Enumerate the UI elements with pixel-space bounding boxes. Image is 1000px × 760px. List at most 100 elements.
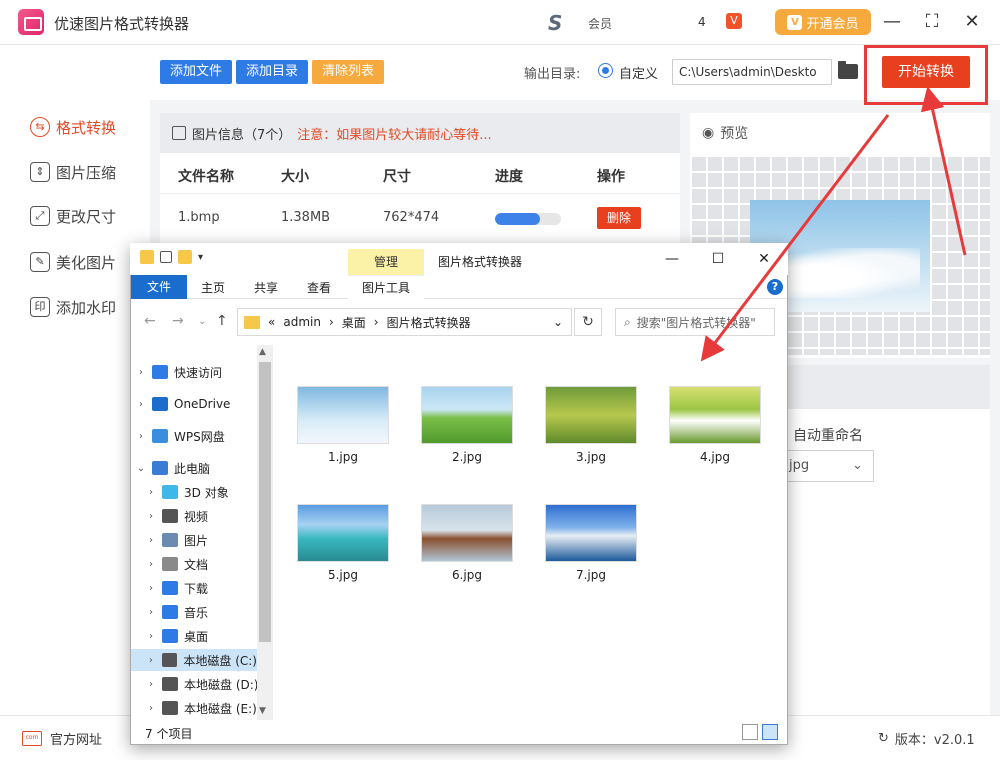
add-file-button[interactable]: 添加文件 bbox=[160, 60, 232, 84]
file-thumbnail-image bbox=[545, 504, 637, 562]
add-directory-button[interactable]: 添加目录 bbox=[236, 60, 308, 84]
open-vip-button[interactable]: V 开通会员 bbox=[775, 9, 871, 35]
progress-fill bbox=[495, 213, 540, 225]
quick-access-toolbar: ▾ bbox=[140, 250, 203, 264]
chevron-right-icon[interactable]: › bbox=[136, 367, 146, 378]
sidebar-item-format-convert[interactable]: ⇆ 格式转换 bbox=[30, 115, 116, 139]
nav-item-label: 视频 bbox=[184, 509, 209, 524]
nav-item-label: 音乐 bbox=[184, 605, 209, 620]
maximize-button[interactable]: ⛶ bbox=[920, 10, 944, 34]
nav-item-this-pc[interactable]: ⌄ 此电脑 bbox=[136, 457, 210, 479]
customize-dropdown-icon[interactable]: ▾ bbox=[198, 252, 203, 263]
file-item[interactable]: 1.jpg bbox=[296, 386, 390, 464]
nav-scroll-thumb[interactable] bbox=[259, 362, 271, 642]
nav-item-disk-c[interactable]: › 本地磁盘 (C:) bbox=[131, 649, 257, 671]
chevron-right-icon[interactable]: › bbox=[146, 559, 156, 570]
vip-label: 会员 bbox=[588, 17, 613, 31]
chevron-right-icon[interactable]: › bbox=[146, 535, 156, 546]
chevron-right-icon[interactable]: › bbox=[146, 631, 156, 642]
chevron-down-icon[interactable]: ⌄ bbox=[553, 315, 563, 329]
file-item[interactable]: 4.jpg bbox=[668, 386, 762, 464]
delete-button[interactable]: 删除 bbox=[597, 207, 641, 229]
format-select[interactable]: jpg ⌄ bbox=[780, 450, 874, 482]
chevron-right-icon[interactable]: › bbox=[146, 583, 156, 594]
sidebar-item-compress[interactable]: ⇕ 图片压缩 bbox=[30, 160, 116, 184]
explorer-maximize-button[interactable]: ☐ bbox=[708, 249, 728, 269]
refresh-button[interactable]: ↻ bbox=[574, 308, 602, 336]
tab-home[interactable]: 主页 bbox=[201, 279, 225, 296]
file-item[interactable]: 6.jpg bbox=[420, 504, 514, 582]
chevron-down-icon: ⌄ bbox=[852, 458, 863, 473]
help-icon[interactable]: ? bbox=[767, 279, 783, 295]
nav-item-pictures[interactable]: › 图片 bbox=[146, 529, 208, 551]
nav-item-disk-e[interactable]: › 本地磁盘 (E:) bbox=[146, 697, 257, 719]
back-arrow-icon[interactable]: ← bbox=[144, 313, 156, 329]
nav-item-label: 此电脑 bbox=[174, 461, 211, 476]
sidebar-item-watermark[interactable]: 印 添加水印 bbox=[30, 295, 116, 319]
forward-arrow-icon[interactable]: → bbox=[172, 313, 184, 329]
official-site-link[interactable]: com 官方网址 bbox=[22, 729, 102, 748]
chevron-right-icon[interactable]: › bbox=[146, 607, 156, 618]
breadcrumb-overflow[interactable]: « bbox=[268, 315, 275, 329]
explorer-close-button[interactable]: ✕ bbox=[754, 249, 774, 269]
tab-share[interactable]: 共享 bbox=[254, 279, 278, 296]
file-item[interactable]: 3.jpg bbox=[544, 386, 638, 464]
explorer-window-title: 图片格式转换器 bbox=[438, 255, 523, 269]
chevron-right-icon[interactable]: › bbox=[146, 655, 156, 666]
chevron-right-icon[interactable]: › bbox=[146, 511, 156, 522]
nav-item-downloads[interactable]: › 下载 bbox=[146, 577, 208, 599]
scroll-down-icon[interactable]: ▼ bbox=[259, 706, 266, 716]
beautify-icon: ✎ bbox=[30, 252, 50, 272]
minimize-button[interactable]: — bbox=[880, 10, 904, 34]
sidebar-item-beautify[interactable]: ✎ 美化图片 bbox=[30, 250, 116, 274]
search-placeholder: 搜索"图片格式转换器" bbox=[636, 315, 756, 330]
new-folder-icon[interactable] bbox=[178, 250, 192, 264]
nav-item-music[interactable]: › 音乐 bbox=[146, 601, 208, 623]
breadcrumb-desktop[interactable]: 桌面 bbox=[342, 314, 366, 331]
nav-item-desktop[interactable]: › 桌面 bbox=[146, 625, 208, 647]
nav-item-disk-d[interactable]: › 本地磁盘 (D:) bbox=[146, 673, 258, 695]
official-site-label: 官方网址 bbox=[50, 733, 103, 748]
chevron-right-icon[interactable]: › bbox=[136, 399, 146, 410]
nav-item-onedrive[interactable]: › OneDrive bbox=[136, 393, 230, 415]
up-arrow-icon[interactable]: ↑ bbox=[216, 313, 228, 329]
output-path-input[interactable]: C:\Users\admin\Deskto bbox=[672, 59, 832, 85]
watermark-icon: 印 bbox=[30, 297, 50, 317]
recent-dropdown-icon[interactable]: ⌄ bbox=[198, 316, 206, 327]
properties-icon[interactable] bbox=[160, 251, 172, 263]
chevron-right-icon[interactable]: › bbox=[146, 679, 156, 690]
custom-radio[interactable] bbox=[598, 63, 613, 78]
tab-file[interactable]: 文件 bbox=[131, 275, 187, 299]
close-button[interactable]: ✕ bbox=[960, 10, 984, 34]
chevron-right-icon[interactable]: › bbox=[146, 487, 156, 498]
chevron-right-icon[interactable]: › bbox=[136, 431, 146, 442]
nav-item-quick-access[interactable]: › 快速访问 bbox=[136, 361, 222, 383]
nav-item-videos[interactable]: › 视频 bbox=[146, 505, 208, 527]
file-item[interactable]: 5.jpg bbox=[296, 504, 390, 582]
search-input[interactable]: ⌕ 搜索"图片格式转换器" bbox=[615, 308, 775, 336]
file-item[interactable]: 2.jpg bbox=[420, 386, 514, 464]
chevron-right-icon[interactable]: › bbox=[146, 703, 156, 714]
clear-list-button[interactable]: 清除列表 bbox=[312, 60, 384, 84]
folder-icon[interactable] bbox=[838, 61, 858, 79]
nav-item-wps-drive[interactable]: › WPS网盘 bbox=[136, 425, 225, 447]
tab-manage[interactable]: 管理 bbox=[348, 249, 424, 275]
sidebar-item-resize[interactable]: ⤢ 更改尺寸 bbox=[30, 204, 116, 228]
file-item[interactable]: 7.jpg bbox=[544, 504, 638, 582]
breadcrumb-current[interactable]: 图片格式转换器 bbox=[387, 314, 471, 331]
scroll-up-icon[interactable]: ▲ bbox=[259, 347, 266, 357]
breadcrumb-admin[interactable]: admin bbox=[283, 315, 321, 329]
nav-item-label: 文档 bbox=[184, 557, 209, 572]
chevron-down-icon[interactable]: ⌄ bbox=[136, 463, 146, 474]
details-view-icon[interactable] bbox=[742, 724, 758, 740]
folder-icon[interactable] bbox=[140, 250, 154, 264]
tab-picture-tools[interactable]: 图片工具 bbox=[348, 275, 424, 299]
nav-item-documents[interactable]: › 文档 bbox=[146, 553, 208, 575]
sidebar-item-label: 格式转换 bbox=[56, 118, 117, 137]
nav-item-3d-objects[interactable]: › 3D 对象 bbox=[146, 481, 229, 503]
music-icon bbox=[162, 605, 178, 619]
tab-view[interactable]: 查看 bbox=[307, 279, 331, 296]
large-icons-view-icon[interactable] bbox=[762, 724, 778, 740]
address-bar[interactable]: « admin › 桌面 › 图片格式转换器 ⌄ bbox=[237, 308, 572, 336]
explorer-minimize-button[interactable]: — bbox=[662, 249, 682, 269]
